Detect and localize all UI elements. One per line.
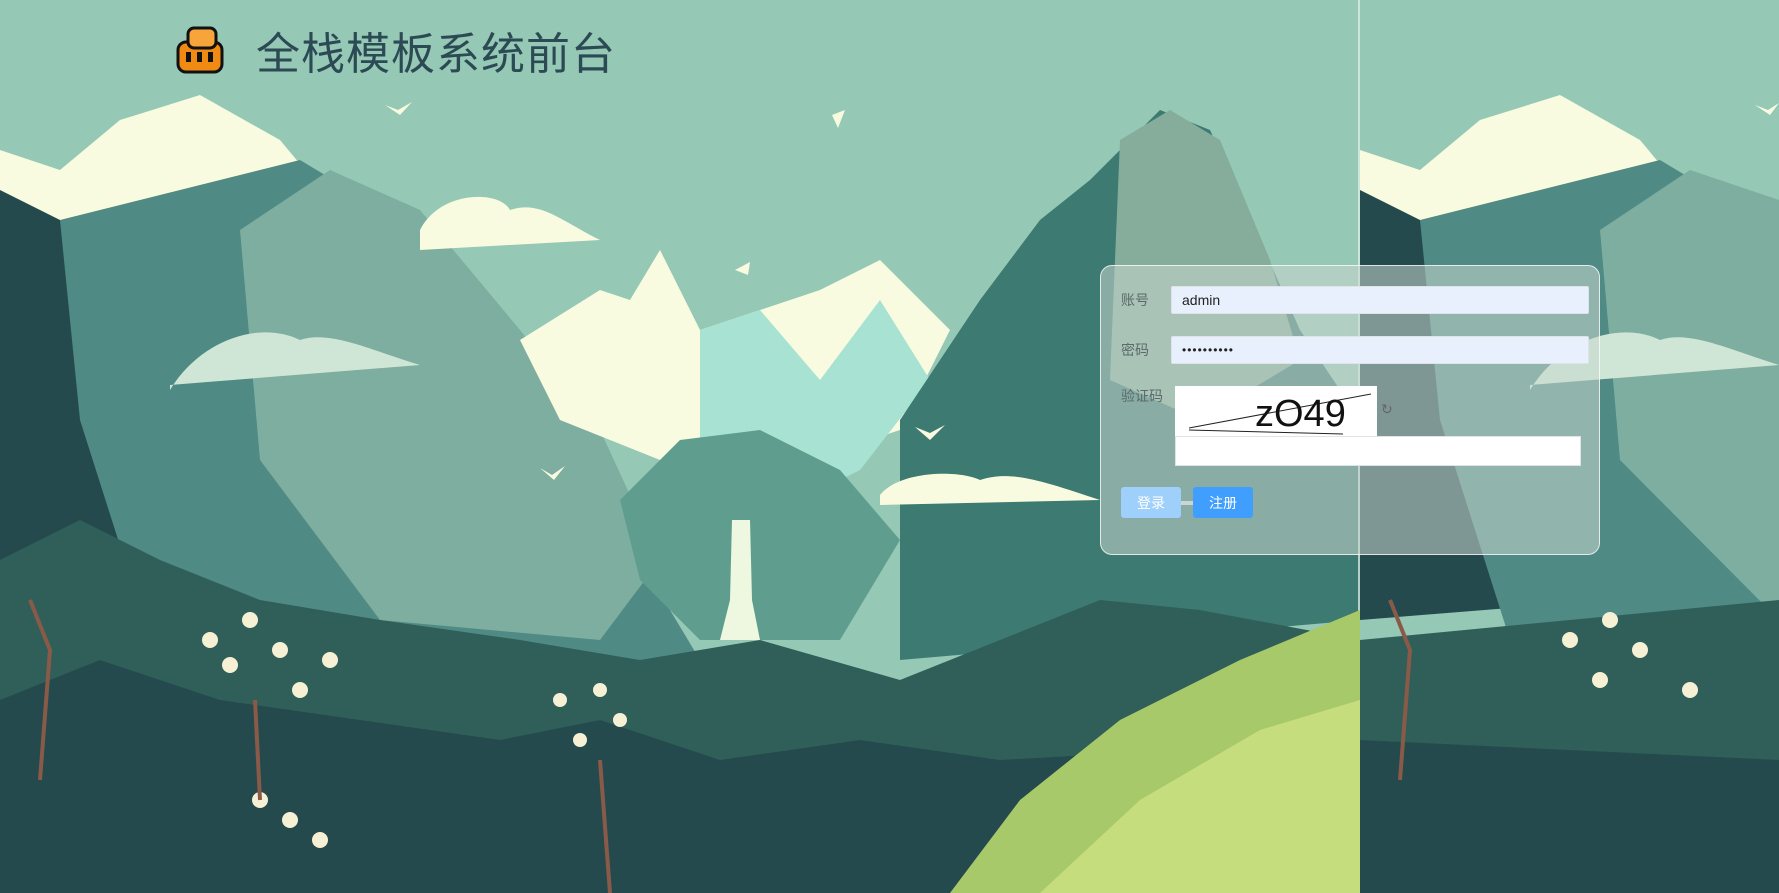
site-header: 全栈模板系统前台 [172, 18, 616, 82]
account-input[interactable]: admin [1171, 286, 1589, 314]
login-panel: 账号 admin 密码 •••••••••• 验证码 zO49 ↻ 登录 注册 [1100, 265, 1600, 555]
logo-icon [176, 26, 224, 74]
captcha-label: 验证码 [1121, 388, 1163, 404]
button-divider [1181, 501, 1193, 505]
captcha-row: 验证码 [1101, 386, 1171, 406]
password-row: 密码 •••••••••• [1101, 336, 1589, 364]
site-title: 全栈模板系统前台 [256, 29, 616, 80]
captcha-image[interactable]: zO49 [1175, 386, 1377, 436]
password-input[interactable]: •••••••••• [1171, 336, 1589, 364]
password-label: 密码 [1121, 342, 1149, 358]
captcha-input[interactable] [1175, 436, 1581, 466]
account-label: 账号 [1121, 292, 1149, 308]
captcha-text: zO49 [1255, 393, 1346, 435]
login-button[interactable]: 登录 [1121, 487, 1181, 518]
register-button[interactable]: 注册 [1193, 487, 1253, 518]
account-row: 账号 admin [1101, 286, 1589, 314]
refresh-icon[interactable]: ↻ [1381, 402, 1395, 416]
